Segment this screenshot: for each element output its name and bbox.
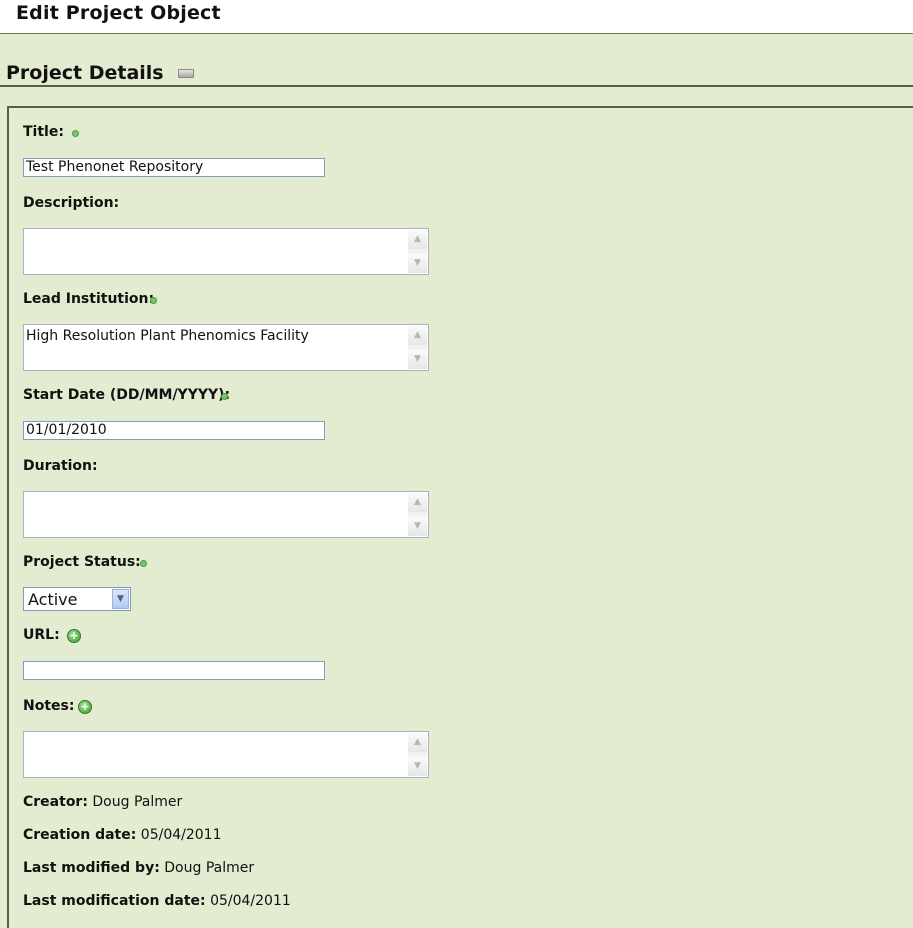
scroll-up-icon[interactable]: ▲ [408,230,427,249]
add-icon[interactable]: + [67,629,81,643]
project-status-value: Active [28,590,78,609]
creation-date-label: Creation date: [23,827,137,843]
scroll-up-icon[interactable]: ▲ [408,326,427,345]
last-modification-date-label: Last modification date: [23,893,206,909]
required-icon [140,560,147,567]
description-label: Description: [23,195,120,211]
notes-label: Notes: [23,698,75,714]
scroll-down-icon[interactable]: ▼ [408,350,427,369]
scroll-down-icon[interactable]: ▼ [408,254,427,273]
section-title: Project Details [6,62,164,84]
last-modification-date-value: 05/04/2011 [210,893,291,909]
scroll-down-icon[interactable]: ▼ [408,757,427,776]
page-title: Edit Project Object [16,2,221,24]
title-label: Title: [23,124,64,140]
lead-institution-label: Lead Institution: [23,291,155,307]
project-status-label: Project Status: [23,554,141,570]
creation-date-line: Creation date: 05/04/2011 [23,827,221,843]
last-modified-by-line: Last modified by: Doug Palmer [23,860,254,876]
notes-textarea[interactable]: ▲ ▼ [23,731,429,778]
required-icon [72,130,79,137]
description-scrollbar[interactable]: ▲ ▼ [408,230,427,273]
last-modified-by-label: Last modified by: [23,860,160,876]
last-modification-date-line: Last modification date: 05/04/2011 [23,893,291,909]
chevron-down-icon[interactable]: ▼ [112,589,129,609]
title-input[interactable]: Test Phenonet Repository [23,158,325,177]
scroll-down-icon[interactable]: ▼ [408,517,427,536]
duration-label: Duration: [23,458,98,474]
last-modified-by-value: Doug Palmer [164,860,255,876]
scroll-up-icon[interactable]: ▲ [408,493,427,512]
lead-institution-textarea[interactable]: High Resolution Plant Phenomics Facility… [23,324,429,371]
creator-line: Creator: Doug Palmer [23,794,182,810]
creator-value: Doug Palmer [92,794,183,810]
duration-scrollbar[interactable]: ▲ ▼ [408,493,427,536]
lead-institution-scrollbar[interactable]: ▲ ▼ [408,326,427,369]
collapse-icon[interactable] [178,69,194,78]
scroll-up-icon[interactable]: ▲ [408,733,427,752]
url-input[interactable] [23,661,325,680]
lead-institution-value: High Resolution Plant Phenomics Facility [26,328,309,344]
description-textarea[interactable]: ▲ ▼ [23,228,429,275]
section-divider [0,85,913,87]
creation-date-value: 05/04/2011 [140,827,222,843]
required-icon [221,393,228,400]
duration-textarea[interactable]: ▲ ▼ [23,491,429,538]
creator-label: Creator: [23,794,88,810]
add-icon[interactable]: + [78,700,92,714]
start-date-input[interactable]: 01/01/2010 [23,421,325,440]
header-bar: Edit Project Object [0,0,913,34]
url-label: URL: [23,627,60,643]
required-icon [150,297,157,304]
notes-scrollbar[interactable]: ▲ ▼ [408,733,427,776]
start-date-label: Start Date (DD/MM/YYYY): [23,387,231,403]
project-status-select[interactable]: Active ▼ [23,587,131,611]
